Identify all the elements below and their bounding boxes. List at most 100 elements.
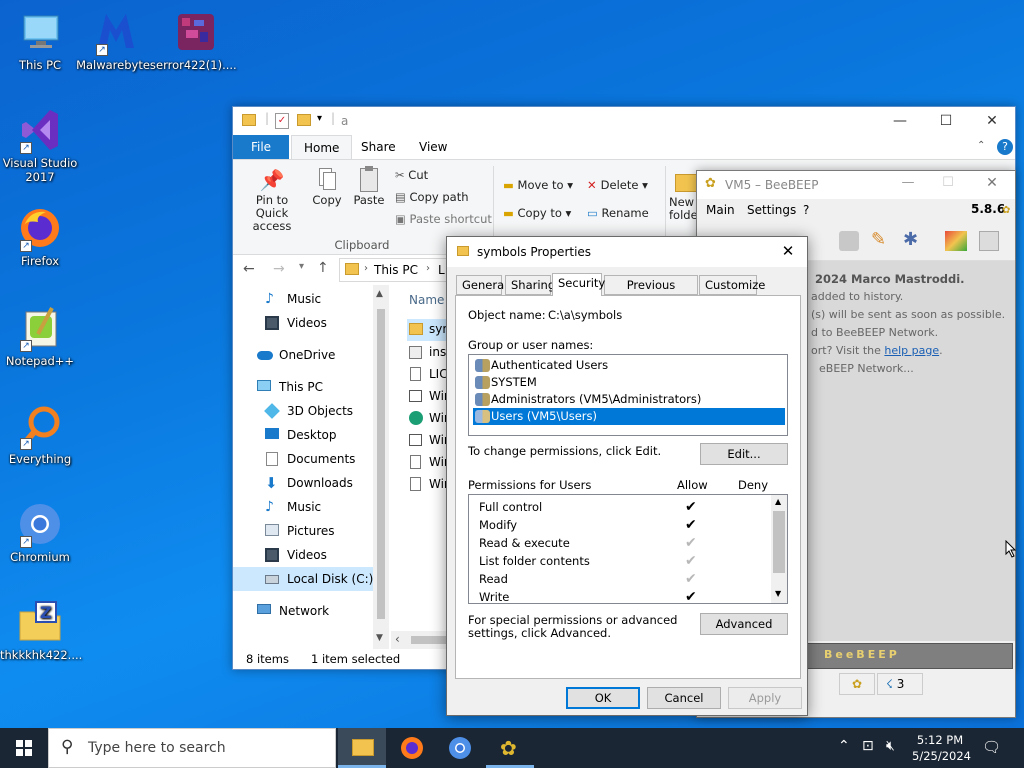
plugin-icon[interactable]: [945, 231, 967, 251]
show-hidden-icons-chevron[interactable]: ⌃: [838, 738, 850, 754]
copy-button[interactable]: Copy: [309, 166, 345, 207]
nav-music-top[interactable]: ♪ Music: [233, 287, 373, 311]
maximize-icon[interactable]: ☐: [933, 175, 963, 190]
new-folder-icon[interactable]: [297, 114, 311, 126]
notification-center-icon[interactable]: 🗨︎: [982, 738, 1001, 756]
start-button[interactable]: [0, 728, 48, 768]
scroll-up-icon[interactable]: ▲: [775, 497, 781, 506]
tab-home[interactable]: Home: [291, 135, 353, 159]
desktop-icon-error422[interactable]: error422(1)....: [156, 8, 237, 72]
help-page-link[interactable]: help page: [884, 344, 939, 357]
nav-onedrive[interactable]: OneDrive: [233, 343, 373, 367]
forward-arrow-icon[interactable]: →: [273, 261, 285, 277]
cut-button[interactable]: ✂ Cut: [395, 168, 428, 182]
edit-button[interactable]: Edit...: [700, 443, 788, 465]
up-arrow-icon[interactable]: ↑: [317, 260, 329, 276]
address-bar[interactable]: › This PC › L: [339, 258, 459, 282]
tab-view[interactable]: View: [407, 135, 459, 159]
clock[interactable]: 5:12 PM 5/25/2024: [912, 732, 971, 764]
group-icon[interactable]: [839, 231, 859, 251]
advanced-button[interactable]: Advanced: [700, 613, 788, 635]
ok-button[interactable]: OK: [566, 687, 640, 709]
scroll-down-icon[interactable]: ▼: [775, 589, 781, 598]
trash-icon[interactable]: [979, 231, 999, 251]
properties-dialog[interactable]: symbols Properties ✕ General Sharing Sec…: [446, 236, 808, 716]
permissions-scrollbar[interactable]: ▲ ▼: [771, 495, 787, 603]
desktop-icon-notepadpp[interactable]: ↗ Notepad++: [0, 304, 80, 368]
close-icon[interactable]: ✕: [969, 107, 1015, 135]
nav-videos-top[interactable]: Videos: [233, 311, 373, 335]
rename-button[interactable]: ▭ Rename: [587, 206, 649, 220]
nav-3d-objects[interactable]: 3D Objects: [233, 399, 373, 423]
pin-quick-access-button[interactable]: 📌 Pin to Quick access: [239, 166, 305, 233]
permissions-scroll-thumb[interactable]: [773, 511, 785, 573]
nav-videos[interactable]: Videos: [233, 543, 373, 567]
menu-main[interactable]: Main: [706, 203, 735, 217]
user-item[interactable]: Authenticated Users: [473, 357, 785, 374]
taskbar-file-explorer[interactable]: [338, 728, 386, 768]
nav-documents[interactable]: Documents: [233, 447, 373, 471]
scroll-down-icon[interactable]: ▼: [376, 633, 383, 643]
desktop-icon-visual-studio[interactable]: ↗ Visual Studio 2017: [0, 106, 80, 184]
tab-security[interactable]: Security: [552, 273, 605, 296]
tab-file[interactable]: File: [233, 135, 289, 159]
copy-to-button[interactable]: ▬ Copy to ▾: [503, 206, 571, 220]
user-item[interactable]: SYSTEM: [473, 374, 785, 391]
chevron-down-icon[interactable]: ▾: [317, 113, 322, 124]
explorer-title-bar[interactable]: | ✓ ▾ | a — ☐ ✕: [233, 107, 1015, 135]
back-arrow-icon[interactable]: ←: [243, 261, 255, 277]
new-folder-button[interactable]: New folde: [669, 170, 699, 222]
user-item[interactable]: Administrators (VM5\Administrators): [473, 391, 785, 408]
chevron-up-icon[interactable]: ⌃: [977, 140, 985, 151]
taskbar-chromium[interactable]: [436, 728, 484, 768]
menu-settings[interactable]: Settings: [747, 203, 796, 217]
apply-button[interactable]: Apply: [728, 687, 802, 709]
copy-path-button[interactable]: ▤ Copy path: [395, 190, 469, 204]
nav-desktop[interactable]: Desktop: [233, 423, 373, 447]
close-icon[interactable]: ✕: [977, 175, 1007, 191]
scroll-left-icon[interactable]: ‹: [395, 632, 400, 646]
menu-help[interactable]: ?: [803, 203, 809, 217]
taskbar-beebeep[interactable]: ✿: [486, 728, 534, 768]
recent-chevron-icon[interactable]: ▾: [299, 261, 304, 272]
cancel-button[interactable]: Cancel: [647, 687, 721, 709]
maximize-icon[interactable]: ☐: [923, 107, 969, 135]
scroll-up-icon[interactable]: ▲: [376, 289, 383, 299]
tab-customize[interactable]: Customize: [699, 275, 765, 295]
close-icon[interactable]: ✕: [773, 242, 803, 260]
paste-button[interactable]: Paste: [351, 166, 387, 207]
network-status-icon[interactable]: ⊡: [862, 738, 874, 754]
tab-general[interactable]: General: [456, 275, 507, 295]
nav-music[interactable]: ♪ Music: [233, 495, 373, 519]
tools-icon[interactable]: ✱: [903, 229, 918, 250]
status-notify[interactable]: ☇ 3: [877, 673, 923, 695]
tab-sharing[interactable]: Sharing: [505, 275, 555, 295]
nav-scroll-thumb[interactable]: [377, 309, 385, 619]
taskbar-firefox[interactable]: [388, 728, 436, 768]
nav-network[interactable]: Network: [233, 599, 373, 623]
breadcrumb-local-disk[interactable]: L: [438, 263, 445, 277]
desktop-icon-this-pc[interactable]: This PC: [0, 8, 80, 72]
tab-previous-versions[interactable]: Previous Versions: [604, 275, 698, 310]
desktop-icon-everything[interactable]: ↗ Everything: [0, 402, 80, 466]
paste-shortcut-button[interactable]: ▣ Paste shortcut: [395, 212, 492, 226]
volume-muted-icon[interactable]: 🔇︎: [886, 738, 895, 754]
nav-pictures[interactable]: Pictures: [233, 519, 373, 543]
desktop-icon-firefox[interactable]: ↗ Firefox: [0, 204, 80, 268]
nav-scrollbar[interactable]: ▲ ▼: [373, 285, 389, 649]
minimize-icon[interactable]: —: [877, 107, 923, 135]
tab-share[interactable]: Share: [349, 135, 408, 159]
minimize-icon[interactable]: —: [893, 175, 923, 190]
desktop-icon-malwarebytes[interactable]: ↗ Malwarebytes: [76, 8, 156, 72]
edit-pen-icon[interactable]: ✎: [871, 229, 886, 250]
horizontal-scrollbar[interactable]: ‹: [391, 631, 451, 649]
nav-this-pc[interactable]: This PC: [233, 375, 373, 399]
properties-icon[interactable]: ✓: [275, 113, 289, 129]
users-listbox[interactable]: Authenticated Users SYSTEM Administrator…: [468, 354, 788, 436]
desktop-icon-zip-folder[interactable]: Z thkkkhk422....: [0, 598, 82, 662]
help-icon[interactable]: ?: [997, 139, 1013, 155]
beebeep-title-bar[interactable]: ✿ VM5 – BeeBEEP — ☐ ✕: [697, 171, 1015, 199]
user-item-selected[interactable]: Users (VM5\Users): [473, 408, 785, 425]
breadcrumb-this-pc[interactable]: This PC: [374, 263, 418, 277]
permissions-list[interactable]: Full control ✔ Modify ✔ Read & execute ✔ Li…: [468, 494, 788, 604]
